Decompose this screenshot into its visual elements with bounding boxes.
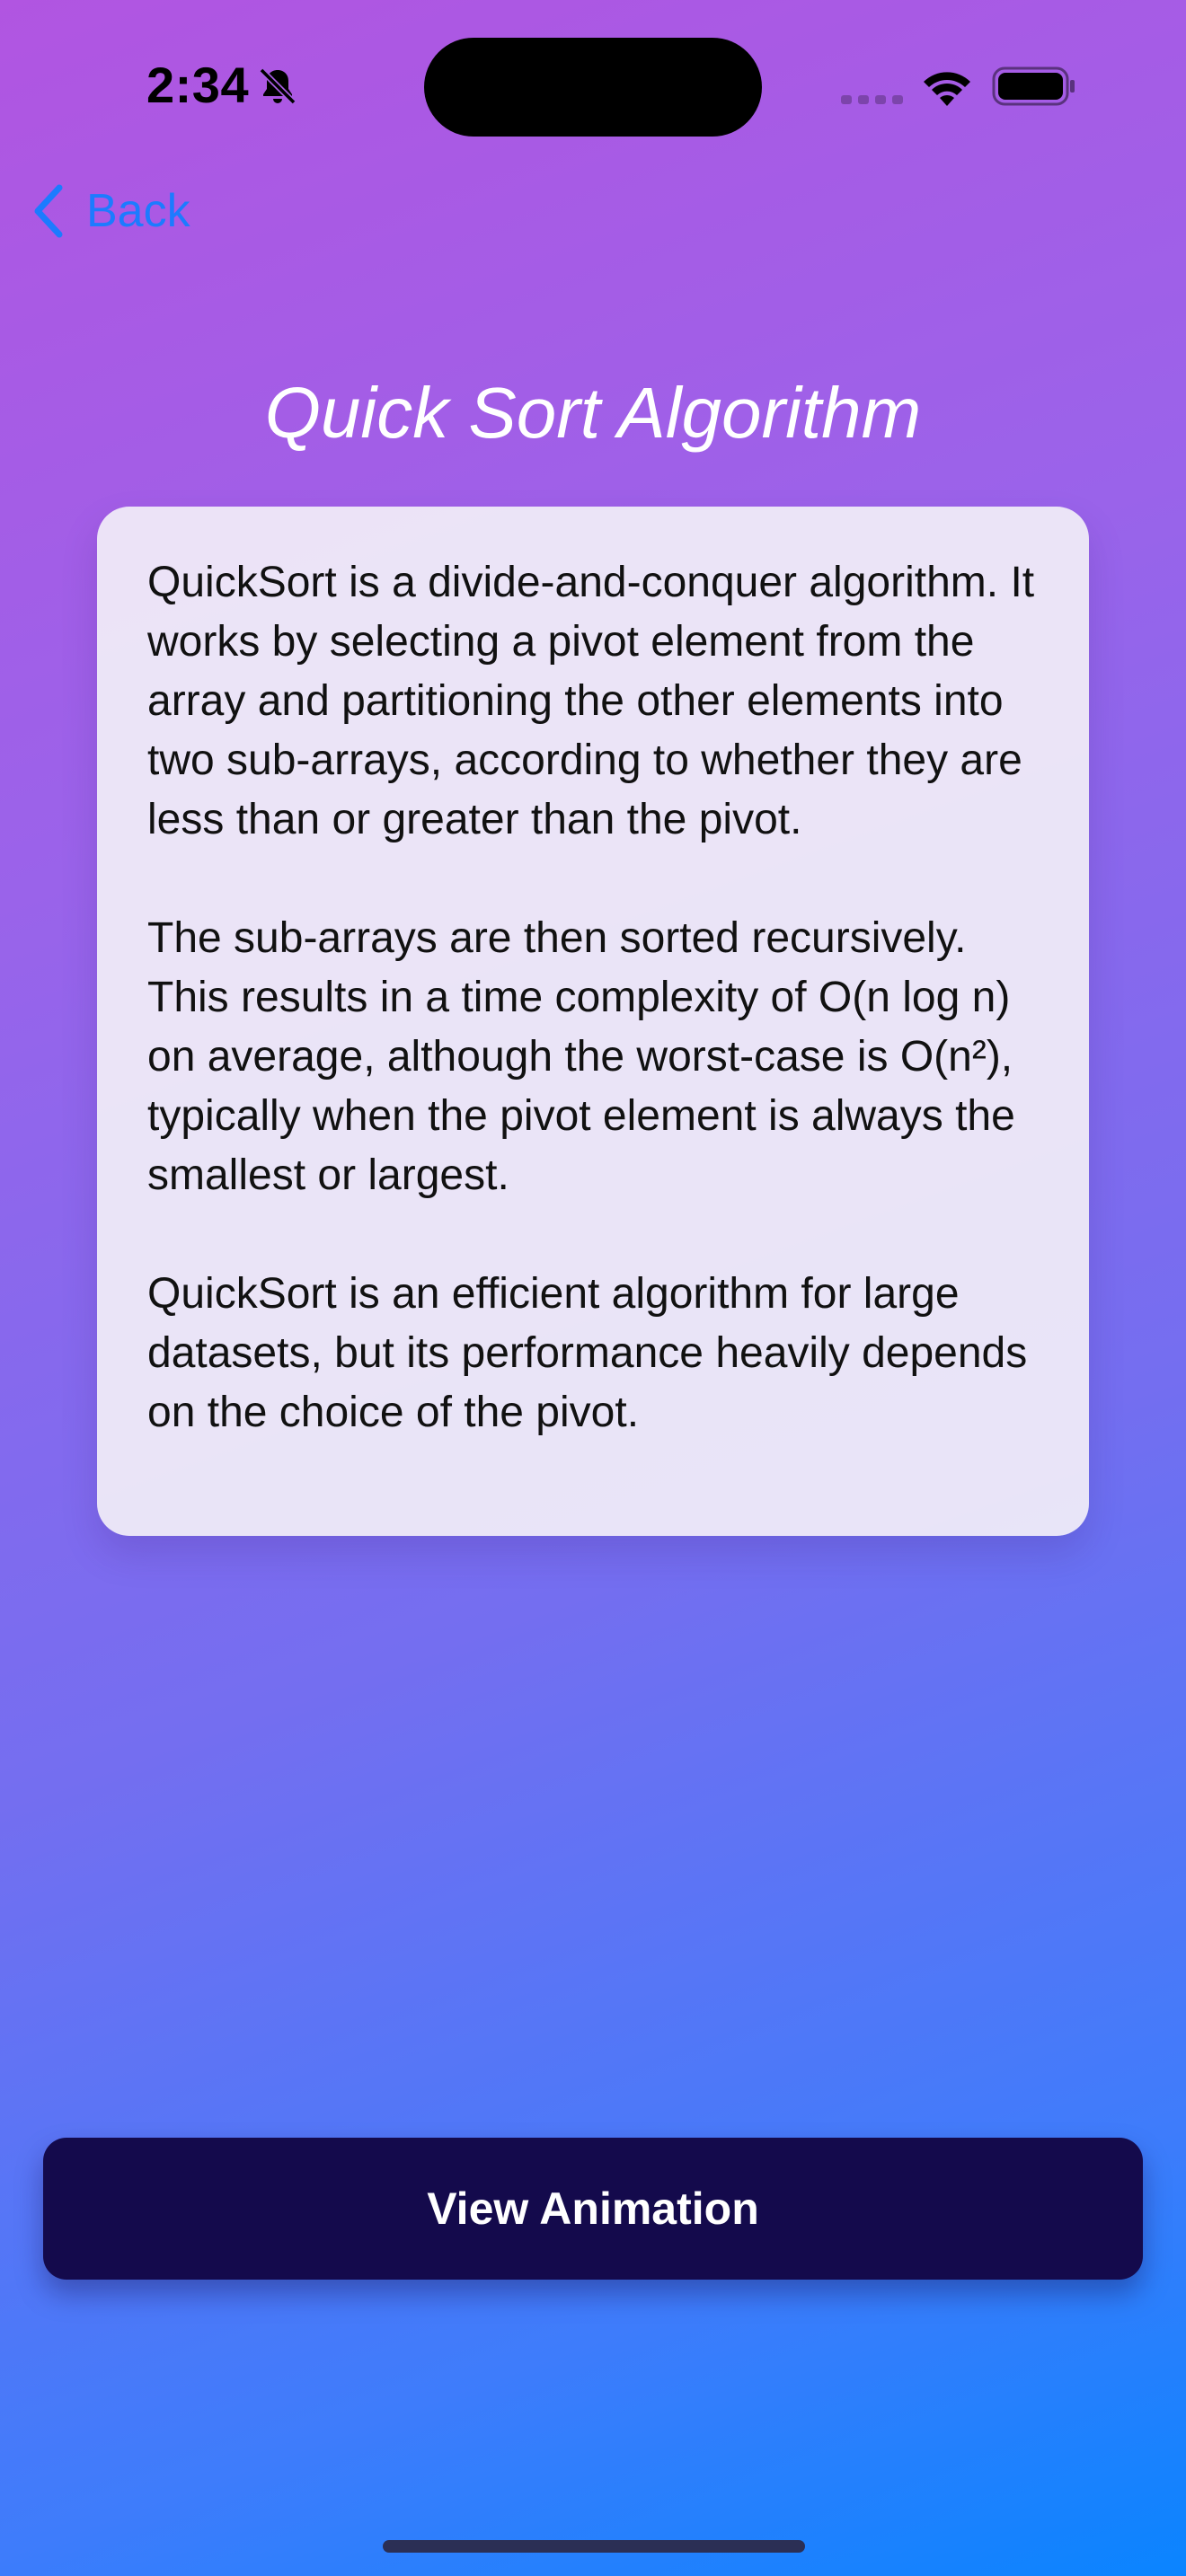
- status-bar: 2:34: [0, 0, 1186, 171]
- back-label: Back: [86, 185, 190, 237]
- page-title: Quick Sort Algorithm: [264, 373, 922, 453]
- description-paragraph-3: QuickSort is an efficient algorithm for …: [147, 1270, 1028, 1436]
- description-card: QuickSort is a divide-and-conquer algori…: [97, 507, 1089, 1536]
- description-paragraph-2: The sub-arrays are then sorted recursive…: [147, 914, 1015, 1199]
- chevron-left-icon: [34, 184, 63, 238]
- description-paragraph-1: QuickSort is a divide-and-conquer algori…: [147, 559, 1035, 843]
- back-button[interactable]: Back: [31, 180, 190, 243]
- view-animation-label: View Animation: [427, 2183, 759, 2234]
- bell-slash-icon: [259, 67, 296, 105]
- cellular-signal-icon: [841, 95, 903, 104]
- view-animation-button[interactable]: View Animation: [43, 2138, 1143, 2280]
- status-time: 2:34: [146, 57, 250, 113]
- dynamic-island: [424, 38, 762, 137]
- wifi-icon: [924, 72, 970, 106]
- battery-icon: [992, 66, 1075, 106]
- home-indicator[interactable]: [383, 2540, 805, 2553]
